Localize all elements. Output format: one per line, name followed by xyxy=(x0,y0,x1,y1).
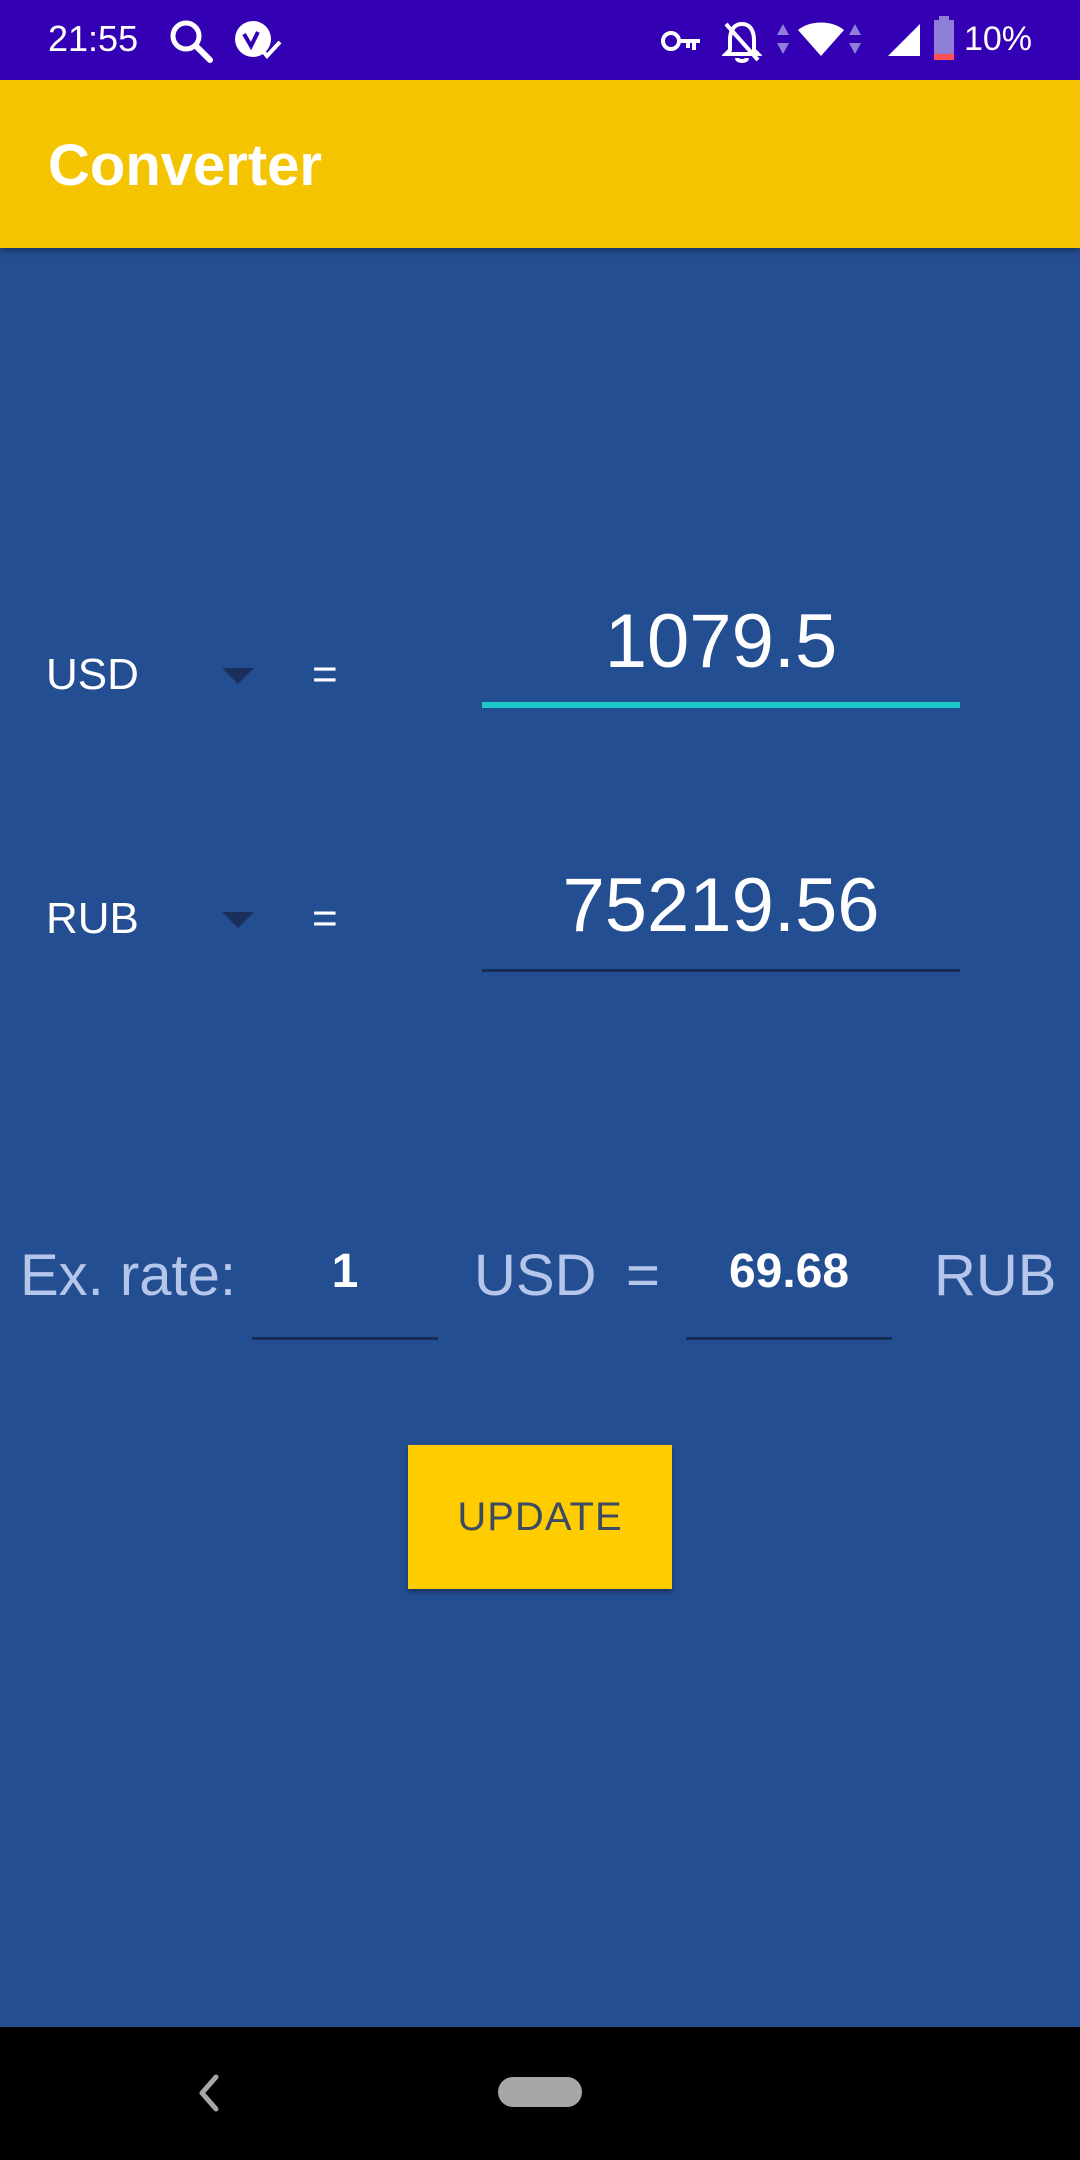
app-bar: Converter xyxy=(0,80,1080,248)
equals-sign: = xyxy=(312,650,338,699)
currency-spinner-from[interactable]: USD xyxy=(46,636,266,716)
key-icon xyxy=(661,31,700,51)
navigation-bar xyxy=(0,2027,1080,2160)
input-underline-focused xyxy=(482,702,960,708)
vpn-check-icon xyxy=(235,21,282,60)
amount-value: 1079.5 xyxy=(604,599,838,684)
battery-icon xyxy=(934,16,954,60)
status-time: 21:55 xyxy=(48,18,139,59)
amount-input-from[interactable]: 1079.5 xyxy=(482,598,960,708)
battery-percent: 10% xyxy=(963,20,1032,58)
signal-icon xyxy=(888,24,920,56)
amount-input-to[interactable]: 75219.56 xyxy=(482,862,960,972)
rate-from-input[interactable]: 1 xyxy=(252,1220,438,1340)
currency-spinner-label: USD xyxy=(46,650,139,699)
dropdown-arrow-icon xyxy=(222,912,254,928)
exchange-rate-label: Ex. rate: xyxy=(20,1243,236,1308)
wifi-icon xyxy=(798,22,844,56)
wifi-arrows-icon xyxy=(849,24,861,54)
rate-from-currency: USD xyxy=(474,1243,597,1308)
amount-value: 75219.56 xyxy=(562,863,880,948)
input-underline xyxy=(686,1337,892,1340)
notifications-off-icon xyxy=(722,21,762,63)
exchange-rate-row: Ex. rate: 1 USD = 69.68 RUB xyxy=(0,1220,1080,1350)
equals-sign: = xyxy=(312,894,338,943)
input-underline xyxy=(482,969,960,972)
rate-to-value: 69.68 xyxy=(728,1245,850,1298)
currency-spinner-to[interactable]: RUB xyxy=(46,880,266,960)
app-title: Converter xyxy=(48,133,322,198)
search-icon xyxy=(170,20,213,63)
rate-equals-sign: = xyxy=(626,1243,660,1308)
update-button[interactable]: UPDATE xyxy=(408,1445,672,1589)
back-icon[interactable] xyxy=(190,2071,230,2115)
currency-spinner-label: RUB xyxy=(46,894,139,943)
home-pill[interactable] xyxy=(498,2077,582,2107)
input-underline xyxy=(252,1337,438,1340)
rate-from-value: 1 xyxy=(331,1245,359,1298)
dropdown-arrow-icon xyxy=(222,668,254,684)
status-bar: 21:55 10% xyxy=(0,0,1080,80)
data-arrows-icon xyxy=(777,24,789,54)
rate-to-currency: RUB xyxy=(934,1243,1057,1308)
rate-to-input[interactable]: 69.68 xyxy=(686,1220,892,1340)
